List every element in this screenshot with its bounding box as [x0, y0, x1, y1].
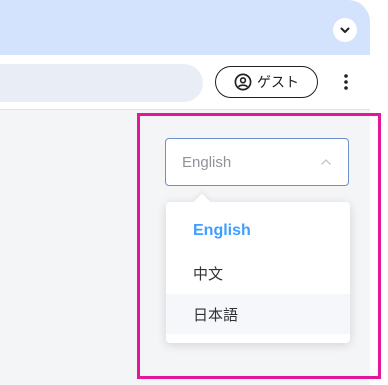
- language-option-chinese[interactable]: 中文: [166, 253, 350, 293]
- address-bar[interactable]: [0, 64, 203, 102]
- browser-titlebar: [0, 0, 370, 55]
- tab-search-button[interactable]: [333, 18, 357, 42]
- guest-profile-label: ゲスト: [257, 74, 299, 90]
- language-select-value: English: [182, 153, 232, 171]
- chevron-up-icon: [321, 159, 331, 165]
- language-dropdown-menu: English 中文 日本語: [166, 193, 350, 343]
- chevron-down-icon: [340, 27, 350, 33]
- browser-menu-button[interactable]: [339, 70, 353, 94]
- language-option-english[interactable]: English: [166, 211, 350, 251]
- language-option-japanese[interactable]: 日本語: [166, 294, 350, 334]
- language-select[interactable]: English: [165, 138, 349, 186]
- more-vertical-icon: [344, 74, 348, 90]
- guest-profile-button[interactable]: ゲスト: [215, 66, 318, 98]
- account-circle-icon: [234, 73, 252, 91]
